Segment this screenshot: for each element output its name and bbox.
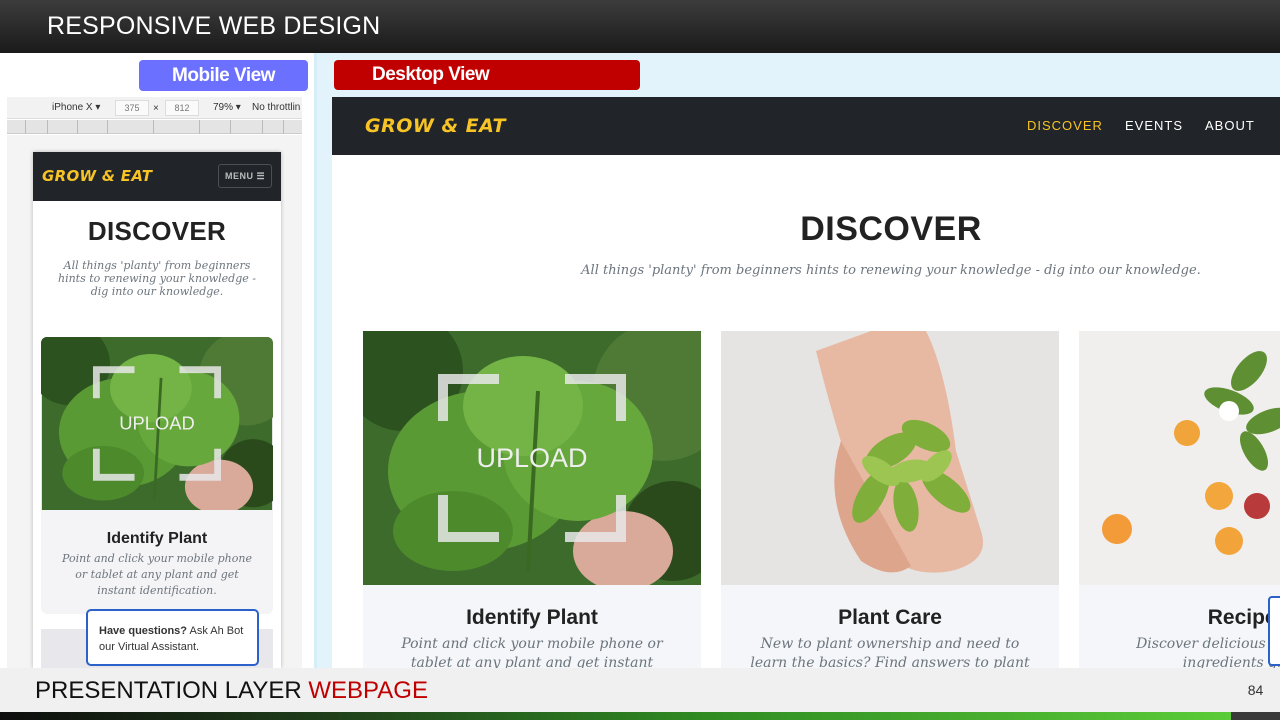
card-title-recipes: Recipes	[1207, 606, 1280, 629]
mobile-menu-button[interactable]: MENU ☰	[218, 164, 272, 188]
slide-header-bar: RESPONSIVE WEB DESIGN	[0, 0, 1280, 53]
card-title-plant-care: Plant Care	[838, 606, 942, 629]
mobile-page-subtitle: All things 'planty' from beginners hints…	[57, 259, 256, 298]
mobile-page: GROW & EAT MENU ☰ DISCOVER All things 'p…	[33, 152, 281, 668]
devtools-ruler	[7, 120, 302, 134]
plant-care-image[interactable]	[721, 331, 1059, 585]
mobile-brand-logo[interactable]: GROW & EAT	[42, 167, 152, 185]
slide: RESPONSIVE WEB DESIGN Mobile View Deskto…	[0, 0, 1280, 720]
desktop-brand-logo[interactable]: GROW & EAT	[365, 115, 506, 137]
panel-divider	[314, 53, 317, 668]
plant-care-card[interactable]: Plant Care New to plant ownership and ne…	[721, 331, 1059, 668]
recipes-card[interactable]: Recipes Discover delicious recipes from …	[1079, 331, 1280, 668]
zoom-select[interactable]: 79% ▾	[213, 102, 241, 113]
chat-question-text: Have questions?	[99, 625, 188, 637]
dimension-separator: ×	[153, 103, 159, 114]
viewport-width-input[interactable]: 375	[115, 100, 149, 116]
mobile-navbar: GROW & EAT MENU ☰	[33, 152, 281, 201]
hands-holding-plant-graphic	[721, 331, 1059, 585]
desktop-page: GROW & EAT DISCOVER EVENTS ABOUT DISCOVE…	[332, 97, 1280, 668]
upload-label: UPLOAD	[476, 443, 587, 473]
mobile-page-title: DISCOVER	[87, 216, 227, 246]
mobile-card-title: Identify Plant	[106, 530, 208, 547]
card-title-identify-plant: Identify Plant	[466, 606, 598, 629]
plant-leaf-image[interactable]: UPLOAD	[41, 337, 273, 510]
mobile-view-label: Mobile View	[139, 60, 308, 91]
device-select[interactable]: iPhone X ▾	[52, 102, 100, 113]
nav-link-discover[interactable]: DISCOVER	[1027, 118, 1103, 133]
identify-plant-card[interactable]: UPLOAD Identify Plant Point and click yo…	[363, 331, 701, 668]
throttle-select[interactable]: No throttlin	[252, 102, 302, 113]
upload-photo-graphic: UPLOAD	[363, 331, 701, 585]
nav-link-events[interactable]: EVENTS	[1125, 118, 1183, 133]
desktop-page-subtitle: All things 'planty' from beginners hints…	[581, 263, 1201, 278]
footer-title: PRESENTATION LAYER WEBPAGE	[35, 677, 428, 705]
page-number: 84	[1231, 668, 1280, 712]
chat-assistant-popup[interactable]: Have questions? Ask Ah Bot our Virtual A…	[86, 609, 259, 666]
desktop-view-label: Desktop View	[334, 60, 640, 90]
footer-title-accent: WEBPAGE	[308, 677, 428, 704]
desktop-navbar: GROW & EAT DISCOVER EVENTS ABOUT	[332, 97, 1280, 155]
fruits-and-leaves-graphic	[1079, 331, 1280, 585]
viewport-height-input[interactable]: 812	[165, 100, 199, 116]
bottom-dark-strip	[1231, 712, 1280, 720]
devtools-toolbar: iPhone X ▾ 375 × 812 79% ▾ No throttlin	[7, 97, 302, 119]
mobile-identify-plant-card[interactable]: UPLOAD Identify Plant Point and click yo…	[41, 337, 273, 614]
bottom-gradient-strip	[0, 712, 1280, 720]
card-text-plant-care: New to plant ownership and need to learn…	[750, 636, 1030, 668]
recipes-image[interactable]	[1079, 331, 1280, 585]
nav-link-about[interactable]: ABOUT	[1205, 118, 1255, 133]
identify-plant-image[interactable]: UPLOAD	[363, 331, 701, 585]
desktop-chat-popup-edge[interactable]	[1268, 596, 1280, 666]
card-text-recipes: Discover delicious recipes from ingredie…	[1136, 636, 1280, 668]
slide-title: RESPONSIVE WEB DESIGN	[47, 12, 381, 40]
footer-title-main: PRESENTATION LAYER	[35, 677, 309, 704]
mobile-card-text: Point and click your mobile phone or tab…	[62, 552, 252, 597]
card-text-identify-plant: Point and click your mobile phone or tab…	[401, 636, 663, 668]
upload-photo-graphic: UPLOAD	[41, 337, 273, 510]
desktop-page-title: DISCOVER	[800, 210, 982, 248]
upload-label: UPLOAD	[119, 413, 195, 434]
